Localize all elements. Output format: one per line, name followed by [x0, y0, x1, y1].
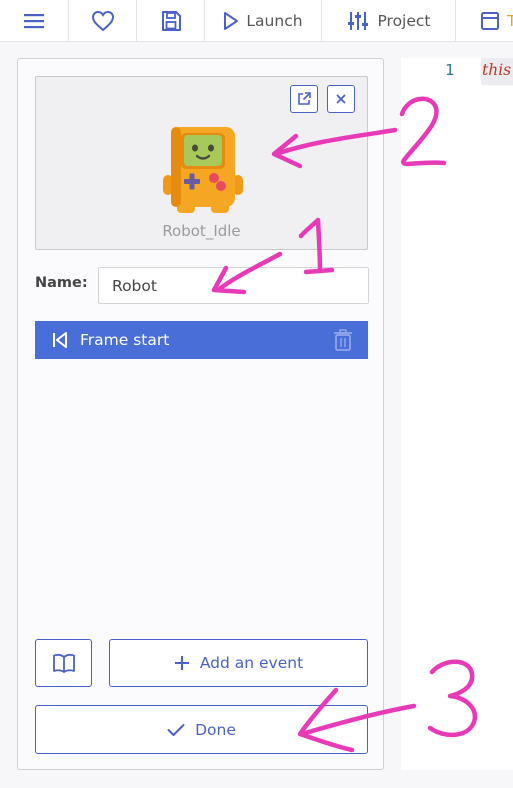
top-toolbar: Launch Project T: [0, 0, 513, 42]
line-number: 1: [445, 61, 455, 79]
name-label: Name:: [35, 275, 88, 291]
menu-button[interactable]: [0, 0, 69, 41]
close-preview-button[interactable]: [327, 85, 355, 113]
window-icon: [481, 11, 499, 30]
done-button[interactable]: Done: [35, 705, 368, 754]
documentation-button[interactable]: [35, 639, 92, 687]
sprite-preview: Robot_Idle: [35, 76, 368, 250]
sprite-name: Robot_Idle: [162, 222, 241, 240]
skip-back-icon: [53, 332, 67, 348]
play-icon: [224, 11, 239, 30]
code-editor[interactable]: 1 this: [401, 58, 513, 770]
project-button[interactable]: Project: [322, 0, 456, 41]
object-name-input[interactable]: [98, 267, 369, 304]
add-event-label: Add an event: [199, 654, 304, 672]
project-label: Project: [377, 11, 431, 30]
toolbar-overflow-button[interactable]: T: [456, 0, 513, 41]
event-frame-start[interactable]: Frame start: [35, 321, 368, 359]
open-external-button[interactable]: [290, 85, 318, 113]
add-event-button[interactable]: Add an event: [109, 639, 368, 687]
save-icon: [161, 10, 181, 31]
robot-sprite-icon: [163, 127, 243, 213]
book-icon: [52, 653, 75, 673]
checkmark-icon: [167, 723, 185, 736]
heart-icon: [91, 10, 114, 31]
favorite-button[interactable]: [69, 0, 137, 41]
external-link-icon: [298, 92, 311, 105]
trash-icon[interactable]: [333, 329, 353, 351]
launch-label: Launch: [246, 11, 303, 30]
code-text: this: [482, 61, 512, 79]
launch-button[interactable]: Launch: [205, 0, 322, 41]
object-editor-panel: Robot_Idle Name: Frame start Add an even…: [17, 58, 384, 770]
save-button[interactable]: [137, 0, 205, 41]
sliders-icon: [348, 11, 369, 30]
truncated-label: T: [507, 12, 513, 30]
plus-icon: [174, 656, 189, 670]
event-label: Frame start: [80, 331, 170, 349]
hamburger-menu-icon: [24, 13, 44, 28]
close-icon: [336, 94, 346, 104]
done-label: Done: [195, 720, 236, 739]
